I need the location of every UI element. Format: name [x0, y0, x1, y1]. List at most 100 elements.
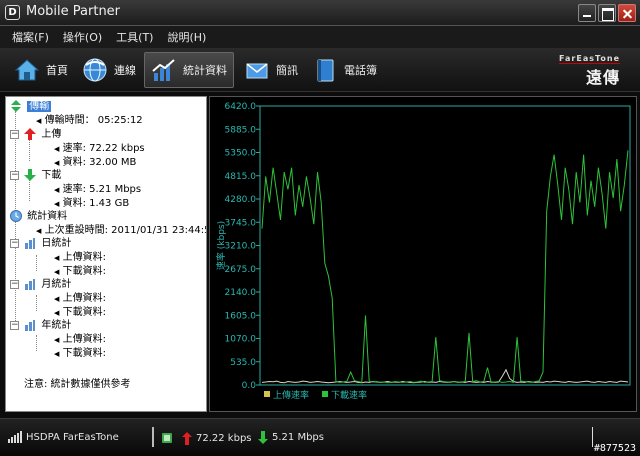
tree-item-yearly-down[interactable]: ◀ 下載資料:	[54, 347, 106, 361]
y-axis-label: 速率 (kbps)	[215, 221, 227, 270]
arrow-right-icon: ◀	[54, 309, 60, 317]
tree-label-transfer-time: 傳輸時間： 05:25:12	[44, 115, 143, 126]
connect-label: 連線	[114, 64, 136, 77]
tree-label-monthly-down: 下載資料:	[62, 307, 106, 318]
status-separator	[152, 427, 154, 447]
tree-item-daily[interactable]: − 日統計	[10, 237, 71, 251]
tree-item-monthly-up[interactable]: ◀ 上傳資料:	[54, 292, 106, 306]
brand-name-zh: 遠傳	[585, 68, 620, 87]
minimize-button[interactable]	[578, 4, 596, 22]
tree-label-stats: 統計資料	[27, 211, 68, 222]
tree-label-up-data: 資料: 32.00 MB	[62, 157, 137, 168]
title-bar: D Mobile Partner	[0, 0, 640, 26]
y-tick-label: 1070.0	[225, 335, 257, 345]
collapse-icon[interactable]: −	[10, 279, 19, 289]
collapse-icon[interactable]: −	[10, 170, 19, 180]
menu-operation[interactable]: 操作(O)	[57, 27, 108, 47]
tree-label-upload: 上傳	[41, 129, 62, 140]
tree-connector	[36, 335, 37, 351]
arrow-right-icon: ◀	[54, 145, 60, 153]
tree-item-daily-up[interactable]: ◀ 上傳資料:	[54, 251, 106, 265]
connect-button[interactable]: 連線	[76, 52, 142, 88]
clock-icon	[10, 210, 22, 222]
speed-chart: 6420.0 5885.0 5350.0 4815.0 4280.0 3745.0 3210…	[215, 102, 631, 401]
home-label: 首頁	[46, 64, 68, 77]
collapse-icon[interactable]: −	[10, 129, 19, 139]
menu-bar: 檔案(F) 操作(O) 工具(T) 說明(H)	[0, 26, 640, 48]
phonebook-icon	[317, 59, 334, 82]
tree-label-monthly: 月統計	[41, 279, 72, 290]
y-tick-label: 1605.0	[225, 311, 257, 321]
y-tick-label: 3210.0	[225, 242, 257, 252]
collapse-icon[interactable]: −	[10, 320, 19, 330]
stats-tree[interactable]: 傳輸 ◀ 傳輸時間： 05:25:12 − 上傳 ◀ 速率: 72.22 kbp…	[5, 96, 207, 412]
arrow-right-icon: ◀	[54, 350, 60, 358]
menu-file[interactable]: 檔案(F)	[6, 27, 55, 47]
download-arrow-icon	[24, 169, 37, 181]
tree-item-download[interactable]: − 下載	[10, 169, 61, 183]
tree-item-transfer[interactable]: 傳輸	[10, 100, 52, 114]
legend-upload-label: 上傳速率	[273, 389, 309, 401]
tree-item-last-reset[interactable]: ◀ 上次重設時間: 2011/01/31 23:44:51	[36, 224, 207, 238]
phonebook-label: 電話簿	[344, 64, 377, 77]
y-tick-label: 6420.0	[225, 102, 257, 112]
upload-rate: 72.22 kbps	[196, 432, 252, 444]
tree-item-up-data[interactable]: ◀ 資料: 32.00 MB	[54, 156, 136, 170]
tree-item-daily-down[interactable]: ◀ 下載資料:	[54, 265, 106, 279]
download-arrow-icon	[258, 431, 268, 444]
close-button[interactable]	[618, 4, 636, 22]
y-tick-label: 5350.0	[225, 149, 257, 159]
arrow-right-icon: ◀	[54, 254, 60, 262]
download-status: 5.21 Mbps	[258, 431, 324, 444]
tree-item-yearly[interactable]: − 年統計	[10, 319, 71, 333]
transfer-arrows-icon	[11, 100, 21, 112]
tree-label-download: 下載	[41, 170, 62, 181]
arrow-right-icon: ◀	[36, 227, 42, 235]
tree-label-yearly-up: 上傳資料:	[62, 334, 106, 345]
speed-chart-panel: 6420.0 5885.0 5350.0 4815.0 4280.0 3745.0 3210…	[209, 96, 637, 412]
tree-item-stats[interactable]: 統計資料	[10, 210, 67, 224]
tree-label-transfer: 傳輸	[27, 101, 52, 112]
phonebook-button[interactable]: 電話簿	[306, 52, 383, 88]
menu-help[interactable]: 說明(H)	[161, 27, 212, 47]
stats-note: 注意: 統計數據僅供參考	[24, 379, 131, 390]
tree-label-yearly-down: 下載資料:	[62, 348, 106, 359]
toolbar: 首頁 連線 統計資料 簡訊 電話簿 FarEasTone 遠傳	[0, 48, 640, 92]
download-series-line	[261, 150, 629, 384]
tree-item-transfer-time[interactable]: ◀ 傳輸時間： 05:25:12	[36, 114, 143, 128]
tree-item-down-rate[interactable]: ◀ 速率: 5.21 Mbps	[54, 183, 141, 197]
stats-button[interactable]: 統計資料	[144, 52, 234, 88]
tree-item-yearly-up[interactable]: ◀ 上傳資料:	[54, 333, 106, 347]
tree-connector	[29, 139, 30, 161]
brand-logo: FarEasTone 遠傳	[559, 54, 620, 88]
menu-tools[interactable]: 工具(T)	[110, 27, 159, 47]
collapse-icon[interactable]: −	[10, 238, 19, 248]
brand-name-en: FarEasTone	[559, 54, 620, 64]
tree-item-down-data[interactable]: ◀ 資料: 1.43 GB	[54, 197, 129, 211]
arrow-right-icon: ◀	[54, 336, 60, 344]
legend-download-label: 下載速率	[331, 389, 367, 401]
legend-download-swatch	[322, 391, 328, 397]
tree-label-down-rate: 速率: 5.21 Mbps	[62, 184, 142, 195]
tree-item-monthly-down[interactable]: ◀ 下載資料:	[54, 306, 106, 320]
globe-icon	[83, 58, 107, 82]
tree-label-daily-up: 上傳資料:	[62, 252, 106, 263]
arrow-right-icon: ◀	[54, 186, 60, 194]
home-button[interactable]: 首頁	[8, 52, 74, 88]
sms-label: 簡訊	[276, 64, 298, 77]
bar-chart-icon	[25, 279, 36, 290]
upload-arrow-icon	[182, 431, 192, 445]
tree-label-up-rate: 速率: 72.22 kbps	[62, 143, 145, 154]
tree-label-daily: 日統計	[41, 238, 72, 249]
tree-label-last-reset: 上次重設時間: 2011/01/31 23:44:51	[44, 225, 207, 236]
watermark-text: #877523	[593, 443, 636, 454]
envelope-icon	[246, 63, 268, 79]
tree-label-down-data: 資料: 1.43 GB	[62, 198, 130, 209]
upload-status: 72.22 kbps	[162, 431, 252, 445]
tree-item-monthly[interactable]: − 月統計	[10, 278, 71, 292]
tree-item-upload[interactable]: − 上傳	[10, 128, 61, 142]
maximize-button[interactable]	[598, 4, 616, 22]
arrow-right-icon: ◀	[36, 117, 42, 125]
tree-item-up-rate[interactable]: ◀ 速率: 72.22 kbps	[54, 142, 145, 156]
sms-button[interactable]: 簡訊	[238, 52, 304, 88]
